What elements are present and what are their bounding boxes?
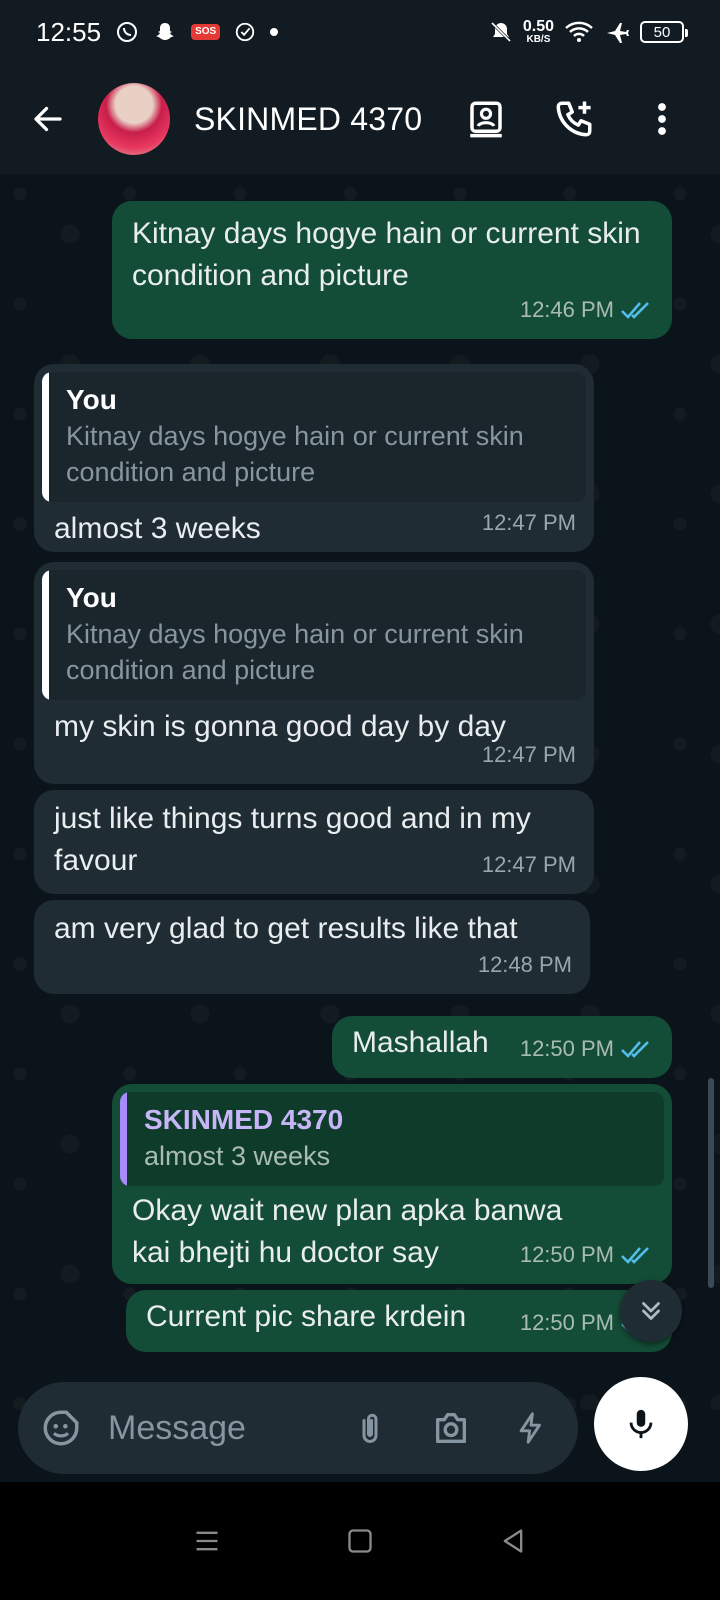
message-text: just like things turns good and in my fa… bbox=[54, 802, 531, 877]
square-icon bbox=[348, 1529, 372, 1553]
attach-button[interactable] bbox=[352, 1407, 388, 1449]
contact-card-icon bbox=[470, 101, 502, 138]
home-button[interactable] bbox=[346, 1527, 374, 1555]
message-outgoing[interactable]: Mashallah 12:50 PM bbox=[332, 1016, 672, 1078]
snapchat-icon bbox=[153, 20, 177, 44]
more-vert-icon bbox=[658, 103, 666, 135]
contact-avatar[interactable] bbox=[98, 83, 170, 155]
message-time: 12:47 PM bbox=[481, 510, 576, 535]
read-receipt-icon bbox=[620, 299, 654, 321]
message-incoming[interactable]: am very glad to get results like that 12… bbox=[34, 900, 590, 994]
double-chevron-down-icon bbox=[642, 1302, 660, 1320]
triangle-back-icon bbox=[503, 1529, 523, 1553]
message-incoming[interactable]: You Kitnay days hogye hain or current sk… bbox=[34, 562, 594, 784]
quoted-text: Kitnay days hogye hain or current skin c… bbox=[66, 421, 524, 487]
quoted-message[interactable]: You Kitnay days hogye hain or current sk… bbox=[42, 570, 586, 700]
menu-lines-icon bbox=[196, 1531, 218, 1551]
quoted-text: almost 3 weeks bbox=[144, 1141, 331, 1171]
message-time: 12:50 PM bbox=[519, 1310, 614, 1335]
read-receipt-icon bbox=[620, 1038, 654, 1060]
quoted-message[interactable]: SKINMED 4370 almost 3 weeks bbox=[120, 1092, 664, 1186]
contact-name[interactable]: SKINMED 4370 bbox=[194, 101, 422, 138]
chat-area[interactable]: Kitnay days hogye hain or current skin c… bbox=[0, 174, 720, 1410]
mute-bell-icon bbox=[489, 20, 513, 44]
more-options-button[interactable] bbox=[640, 97, 684, 141]
message-meta: 12:50 PM bbox=[520, 1234, 654, 1276]
status-time: 12:55 bbox=[36, 16, 102, 47]
whatsapp-icon bbox=[115, 20, 139, 44]
recents-button[interactable] bbox=[193, 1527, 221, 1555]
quoted-author: You bbox=[66, 384, 117, 415]
quick-reply-button[interactable] bbox=[514, 1408, 548, 1448]
message-time: 12:46 PM bbox=[519, 297, 614, 322]
message-meta: 12:47 PM bbox=[482, 502, 576, 544]
message-text: Kitnay days hogye hain or current skin c… bbox=[132, 217, 641, 292]
wifi-icon bbox=[564, 20, 594, 44]
chat-header: SKINMED 4370 bbox=[0, 64, 720, 174]
voice-message-button[interactable] bbox=[594, 1377, 688, 1471]
message-meta: 12:50 PM bbox=[520, 1028, 654, 1070]
scroll-to-bottom-button[interactable] bbox=[620, 1280, 682, 1342]
sos-badge: SOS bbox=[191, 24, 221, 40]
scrollbar[interactable] bbox=[708, 1078, 714, 1288]
emoji-sticker-button[interactable] bbox=[40, 1407, 82, 1449]
message-time: 12:50 PM bbox=[519, 1242, 614, 1267]
message-time: 12:48 PM bbox=[477, 952, 572, 977]
message-incoming[interactable]: You Kitnay days hogye hain or current sk… bbox=[34, 364, 594, 552]
message-time: 12:47 PM bbox=[481, 742, 576, 767]
message-meta: 12:46 PM bbox=[520, 289, 654, 331]
quoted-text: Kitnay days hogye hain or current skin c… bbox=[66, 619, 524, 685]
message-meta: 12:48 PM bbox=[478, 944, 572, 986]
attach-icon bbox=[362, 1413, 378, 1443]
status-bar: 12:55 SOS 0.50 KB/S 50 bbox=[0, 0, 720, 64]
nav-back-button[interactable] bbox=[499, 1527, 527, 1555]
network-speed: 0.50 KB/S bbox=[522, 18, 554, 45]
message-meta: 12:47 PM bbox=[482, 844, 576, 886]
add-call-button[interactable] bbox=[552, 97, 596, 141]
message-composer[interactable]: Message bbox=[18, 1382, 578, 1474]
battery-indicator: 50 bbox=[640, 21, 688, 43]
message-meta: 12:47 PM bbox=[482, 734, 576, 776]
message-outgoing[interactable]: Current pic share krdein 12:50 PM bbox=[126, 1290, 672, 1352]
read-receipt-icon bbox=[620, 1244, 654, 1266]
camera-button[interactable] bbox=[430, 1408, 472, 1448]
quoted-message[interactable]: You Kitnay days hogye hain or current sk… bbox=[42, 372, 586, 502]
message-outgoing[interactable]: Kitnay days hogye hain or current skin c… bbox=[112, 201, 672, 339]
message-time: 12:50 PM bbox=[519, 1036, 614, 1061]
contact-card-button[interactable] bbox=[464, 97, 508, 141]
emoji-sticker-icon bbox=[43, 1410, 79, 1446]
quoted-author: You bbox=[66, 582, 117, 613]
mic-icon bbox=[629, 1409, 653, 1439]
camera-icon bbox=[436, 1413, 466, 1443]
back-arrow-icon bbox=[34, 106, 62, 132]
check-circle-icon bbox=[234, 21, 256, 43]
bolt-icon bbox=[519, 1412, 541, 1444]
message-outgoing[interactable]: SKINMED 4370 almost 3 weeks Okay wait ne… bbox=[112, 1084, 672, 1284]
quoted-author: SKINMED 4370 bbox=[144, 1104, 344, 1135]
back-button[interactable] bbox=[20, 91, 76, 147]
system-nav-bar bbox=[0, 1482, 720, 1600]
message-time: 12:47 PM bbox=[481, 852, 576, 877]
message-incoming[interactable]: just like things turns good and in my fa… bbox=[34, 790, 594, 894]
airplane-icon bbox=[604, 20, 630, 44]
message-input[interactable]: Message bbox=[108, 1409, 246, 1448]
notification-dot-icon bbox=[270, 28, 279, 36]
add-call-icon bbox=[556, 101, 592, 137]
